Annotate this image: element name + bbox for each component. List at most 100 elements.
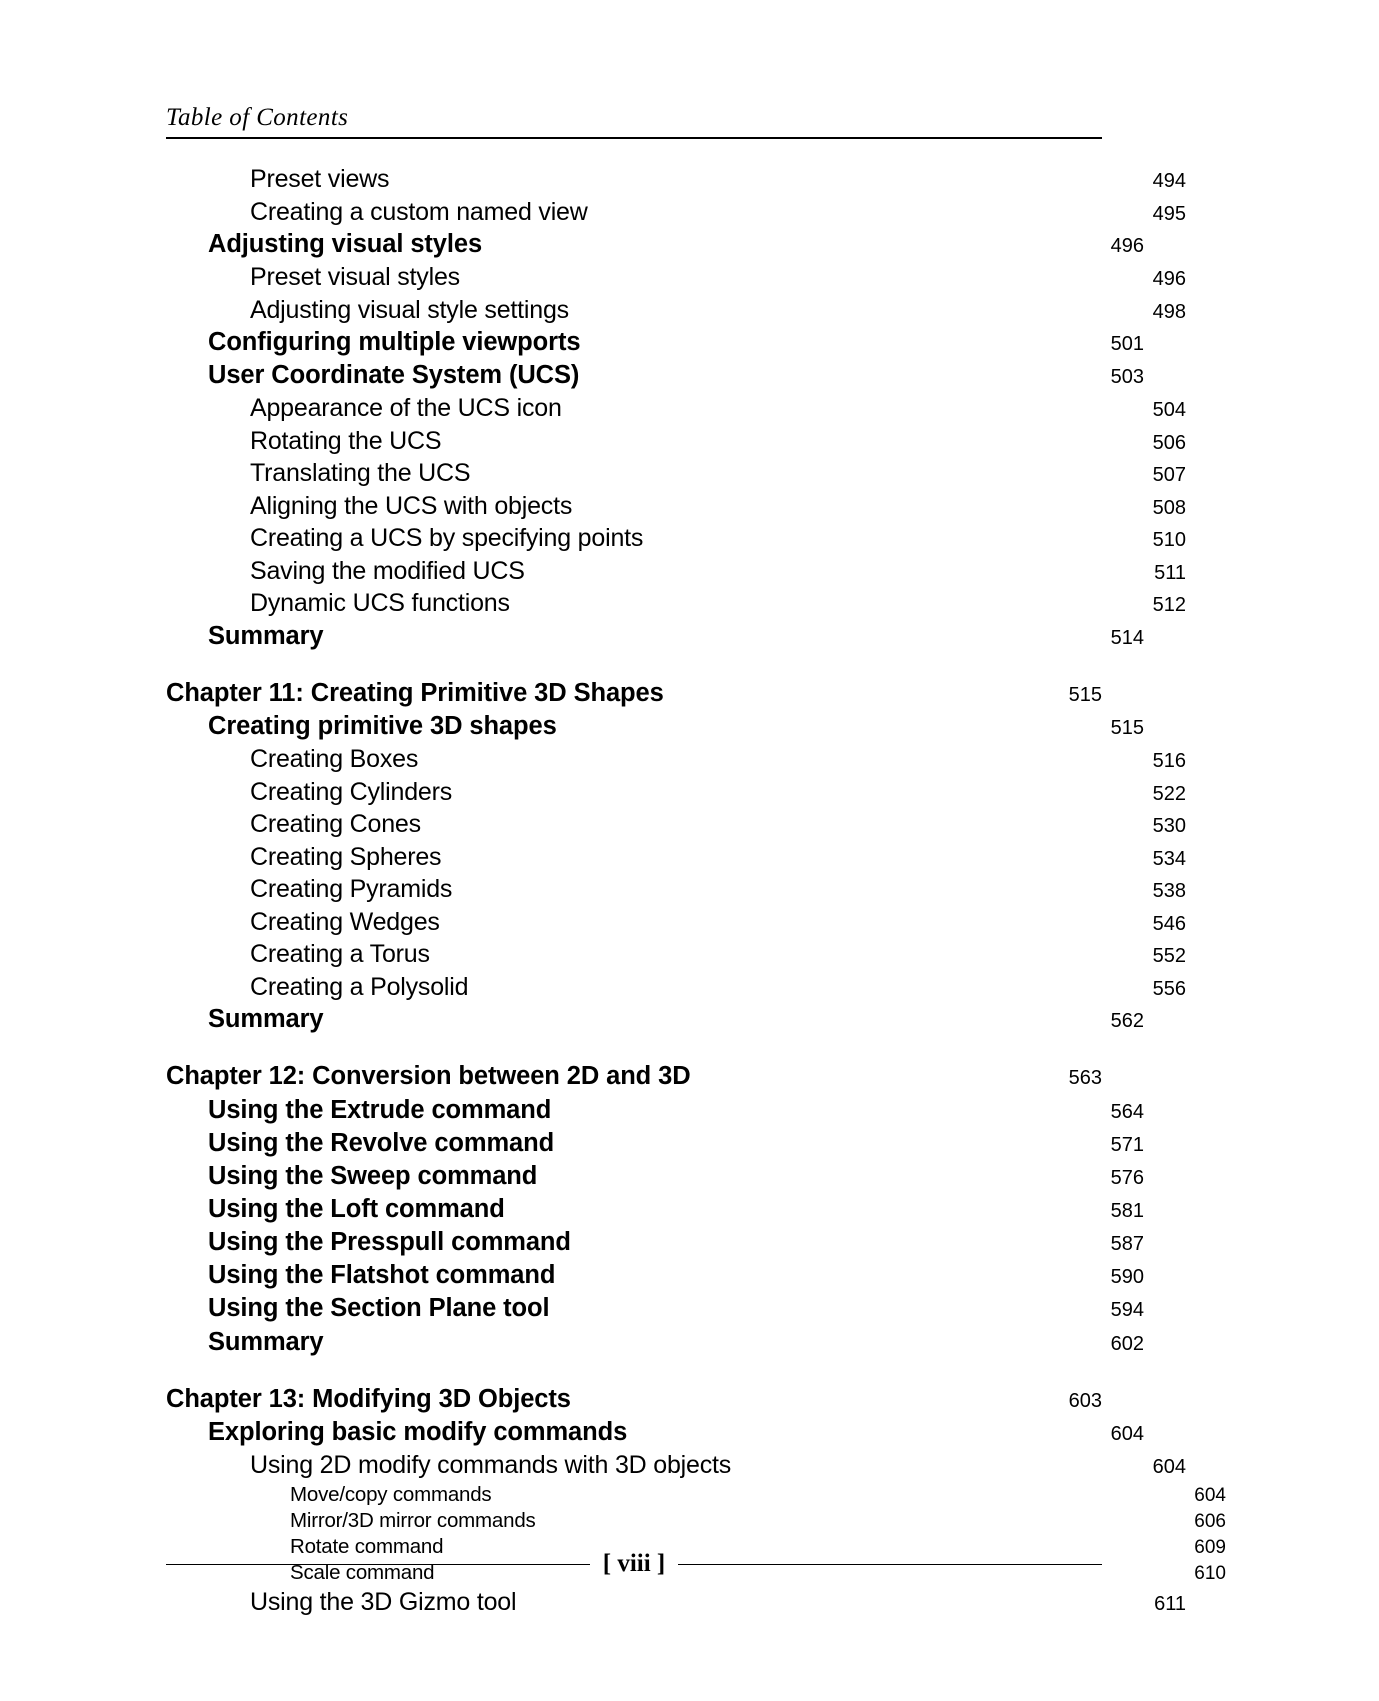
- toc-entry[interactable]: Saving the modified UCS 511: [166, 555, 1186, 588]
- toc-group-gap: [166, 1036, 1102, 1060]
- toc-entry-label: Summary: [208, 621, 324, 650]
- toc-entry[interactable]: Creating a Torus 552: [166, 938, 1186, 971]
- toc-entry-label: Adjusting visual style settings: [250, 295, 569, 324]
- toc-entry[interactable]: Preset visual styles 496: [166, 261, 1186, 294]
- toc-entry-label: Using the Loft command: [208, 1195, 505, 1224]
- toc-entry[interactable]: Creating primitive 3D shapes 515: [166, 710, 1144, 743]
- toc-entry-page-number: 603: [1068, 1389, 1102, 1412]
- toc-entry-page-number: 602: [1110, 1332, 1144, 1355]
- toc-entry[interactable]: Using the Revolve command 571: [166, 1127, 1144, 1160]
- toc-entry-page-number: 581: [1110, 1200, 1144, 1223]
- toc-entry[interactable]: Creating Spheres 534: [166, 841, 1186, 874]
- toc-entry-page-number: 508: [1152, 496, 1186, 519]
- toc-entry[interactable]: Creating Cylinders 522: [166, 776, 1186, 809]
- toc-entry[interactable]: Preset views 494: [166, 163, 1186, 196]
- toc-entry[interactable]: Using the Loft command 581: [166, 1193, 1144, 1226]
- toc-entry-page-number: 610: [1194, 1563, 1226, 1585]
- toc-entry-label: Creating a Polysolid: [250, 972, 469, 1001]
- toc-entry-label: Creating primitive 3D shapes: [208, 712, 557, 741]
- toc-entry[interactable]: Using the Flatshot command 590: [166, 1259, 1144, 1292]
- toc-entry-label: Creating Wedges: [250, 907, 440, 936]
- toc-group-gap: [166, 1359, 1102, 1383]
- toc-entry[interactable]: Using the Extrude command 564: [166, 1094, 1144, 1127]
- toc-entry-label: User Coordinate System (UCS): [208, 361, 580, 390]
- toc-entry-label: Creating Cylinders: [250, 777, 453, 806]
- toc-entry[interactable]: Mirror/3D mirror commands 606: [166, 1508, 1226, 1534]
- toc-entry-page-number: 552: [1152, 945, 1186, 968]
- toc-entry[interactable]: Exploring basic modify commands 604: [166, 1416, 1144, 1449]
- toc-entry[interactable]: Using 2D modify commands with 3D objects…: [166, 1449, 1186, 1482]
- toc-entry-page-number: 512: [1152, 594, 1186, 617]
- toc-entry-page-number: 503: [1110, 366, 1144, 389]
- toc-entry[interactable]: Adjusting visual styles 496: [166, 228, 1144, 261]
- toc-entry[interactable]: Adjusting visual style settings 498: [166, 294, 1186, 327]
- toc-entry-label: Configuring multiple viewports: [208, 328, 581, 357]
- toc-entry[interactable]: Creating Cones 530: [166, 808, 1186, 841]
- toc-entry-page-number: 587: [1110, 1233, 1144, 1256]
- toc-entry[interactable]: Using the 3D Gizmo tool 611: [166, 1586, 1186, 1619]
- toc-entry-label: Move/copy commands: [290, 1482, 492, 1506]
- toc-entry-page-number: 562: [1110, 1010, 1144, 1033]
- toc-entry[interactable]: User Coordinate System (UCS) 503: [166, 359, 1144, 392]
- toc-entry-label: Chapter 13: Modifying 3D Objects: [166, 1384, 571, 1413]
- toc-entry[interactable]: Translating the UCS 507: [166, 457, 1186, 490]
- toc-entry-label: Using the Sweep command: [208, 1161, 538, 1190]
- toc-entry[interactable]: Chapter 13: Modifying 3D Objects 603: [166, 1383, 1102, 1416]
- toc-entry-label: Using the 3D Gizmo tool: [250, 1588, 517, 1617]
- toc-entry-label: Adjusting visual styles: [208, 230, 483, 258]
- toc-entry[interactable]: Using the Presspull command 587: [166, 1226, 1144, 1259]
- toc-entry-label: Mirror/3D mirror commands: [290, 1508, 536, 1532]
- toc-entry-label: Summary: [208, 1005, 324, 1034]
- toc-entry-page-number: 604: [1152, 1456, 1186, 1479]
- running-header: Table of Contents: [166, 104, 1102, 139]
- toc-entry-page-number: 538: [1152, 880, 1186, 903]
- toc-entry-page-number: 514: [1110, 626, 1144, 649]
- toc-entry-page-number: 594: [1110, 1299, 1144, 1322]
- toc-entry-label: Aligning the UCS with objects: [250, 491, 573, 520]
- toc-entry-page-number: 515: [1110, 717, 1144, 740]
- toc-entry[interactable]: Rotating the UCS 506: [166, 425, 1186, 458]
- toc-entry[interactable]: Summary 602: [166, 1326, 1144, 1359]
- toc-entry-page-number: 501: [1110, 333, 1144, 356]
- toc-entry[interactable]: Move/copy commands 604: [166, 1482, 1226, 1508]
- toc-entry[interactable]: Aligning the UCS with objects 508: [166, 490, 1186, 523]
- toc-entry-page-number: 604: [1110, 1422, 1144, 1445]
- toc-entry-label: Creating Boxes: [250, 745, 419, 774]
- toc-entry-label: Translating the UCS: [250, 459, 471, 488]
- toc-entry[interactable]: Using the Section Plane tool 594: [166, 1292, 1144, 1325]
- toc-entry[interactable]: Creating Boxes 516: [166, 743, 1186, 776]
- toc-entry-label: Rotating the UCS: [250, 426, 442, 455]
- toc-entry-page-number: 494: [1152, 170, 1186, 192]
- toc-entry-label: Chapter 11: Creating Primitive 3D Shapes: [166, 679, 664, 708]
- toc-entry-label: Exploring basic modify commands: [208, 1417, 628, 1446]
- toc-entry[interactable]: Creating a custom named view 495: [166, 196, 1186, 229]
- toc-entry[interactable]: Configuring multiple viewports 501: [166, 326, 1144, 359]
- toc-entry-page-number: 495: [1152, 202, 1186, 225]
- toc-entry[interactable]: Creating a Polysolid 556: [166, 971, 1186, 1004]
- toc-entry[interactable]: Dynamic UCS functions 512: [166, 587, 1186, 620]
- page-footer: [ viii ]: [166, 1550, 1102, 1577]
- toc-entry[interactable]: Creating Wedges 546: [166, 906, 1186, 939]
- toc-entry-page-number: 504: [1152, 399, 1186, 422]
- toc-entry-label: Preset views: [250, 165, 390, 193]
- footer-rule-left: [166, 1564, 590, 1565]
- header-divider: [166, 137, 1102, 139]
- toc-entry[interactable]: Using the Sweep command 576: [166, 1160, 1144, 1193]
- toc-entry-label: Dynamic UCS functions: [250, 589, 510, 618]
- toc-entry[interactable]: Summary 562: [166, 1003, 1144, 1036]
- toc-entry-page-number: 546: [1152, 912, 1186, 935]
- footer-page-number: [ viii ]: [602, 1550, 666, 1577]
- toc-entry[interactable]: Chapter 12: Conversion between 2D and 3D…: [166, 1060, 1102, 1093]
- toc-entry-page-number: 556: [1152, 977, 1186, 1000]
- toc-entry-page-number: 534: [1152, 847, 1186, 870]
- toc-entry[interactable]: Chapter 11: Creating Primitive 3D Shapes…: [166, 677, 1102, 710]
- toc-entry-label: Creating Cones: [250, 810, 421, 839]
- toc-entry[interactable]: Appearance of the UCS icon 504: [166, 392, 1186, 425]
- toc-entry-label: Using 2D modify commands with 3D objects: [250, 1451, 732, 1480]
- toc-entry[interactable]: Summary 514: [166, 620, 1144, 653]
- toc-group-gap: [166, 653, 1102, 677]
- toc-entry[interactable]: Creating a UCS by specifying points 510: [166, 522, 1186, 555]
- toc-entry-label: Using the Presspull command: [208, 1228, 571, 1257]
- toc-entry-label: Preset visual styles: [250, 263, 460, 292]
- toc-entry[interactable]: Creating Pyramids 538: [166, 873, 1186, 906]
